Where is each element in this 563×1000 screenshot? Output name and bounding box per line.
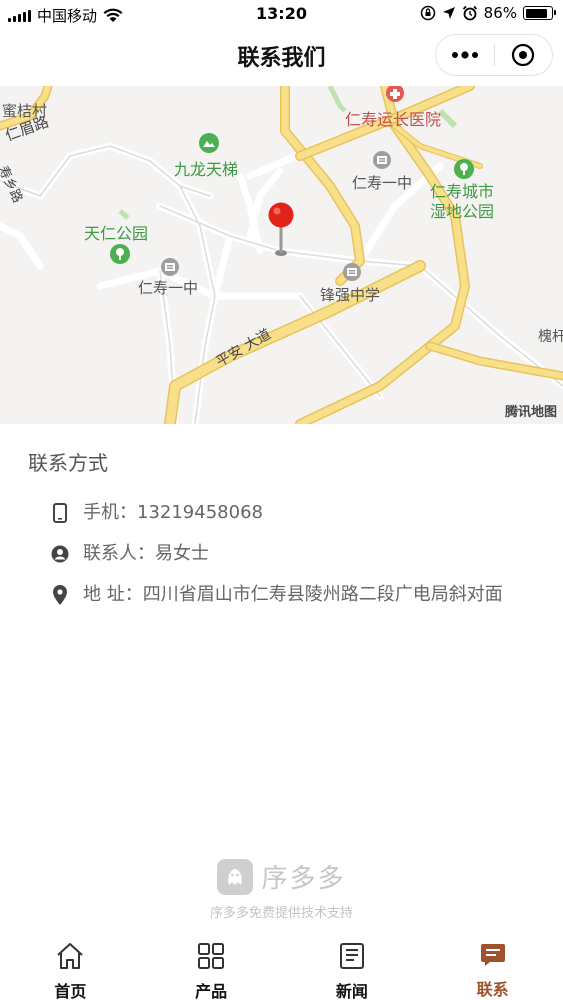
contact-address-row: 地 址： 四川省眉山市仁寿县陵州路二段广电局斜对面 [50, 580, 530, 610]
tab-products[interactable]: 产品 [141, 934, 282, 1000]
tab-home[interactable]: 首页 [0, 934, 141, 1000]
message-icon [480, 942, 506, 968]
person-label: 联系人： [83, 543, 155, 564]
tab-contact[interactable]: 联系 [422, 934, 563, 1000]
brand-name: 序多多 [261, 864, 346, 894]
target-close-icon [512, 43, 535, 67]
status-right: 86% [420, 4, 556, 22]
orientation-lock-icon [420, 5, 435, 21]
tab-label: 首页 [54, 982, 87, 1000]
tab-news[interactable]: 新闻 [282, 934, 423, 1000]
home-icon [55, 942, 85, 970]
brand-footer: 序多多 [0, 858, 563, 895]
map-watermark: 腾讯地图 [504, 405, 557, 420]
brand-support-text: 序多多免费提供技术支持 [209, 906, 353, 921]
park-icon [199, 133, 219, 153]
school-icon [343, 263, 361, 281]
tab-label: 产品 [195, 982, 228, 1000]
map-label-jiulong: 九龙天梯 [174, 160, 239, 179]
park-icon [454, 159, 474, 179]
phone-icon [50, 498, 70, 528]
park-icon [110, 244, 130, 264]
grid-icon [197, 942, 225, 970]
mini-program-capsule [435, 34, 553, 76]
phone-number[interactable]: 13219458068 [137, 498, 263, 528]
news-icon [339, 942, 365, 970]
map-label-hospital: 仁寿运长医院 [345, 110, 442, 129]
tab-label: 联系 [476, 980, 509, 999]
location-map[interactable]: 蜜桔村 仁眉路 寿乡路 九龙天梯 天仁公园 仁寿运长医院 仁寿一中 仁寿城市 湿… [0, 86, 563, 424]
tab-label: 新闻 [335, 982, 368, 1000]
battery-percent: 86% [483, 4, 517, 22]
map-label-tianren: 天仁公园 [84, 224, 149, 243]
person-name: 易女士 [155, 543, 209, 564]
school-icon [373, 151, 391, 169]
tab-bar: 首页 产品 新闻 联系 [0, 934, 563, 1000]
brand-logo-icon [217, 858, 254, 895]
map-label-huai: 槐杆 [538, 329, 563, 345]
map-label-school-south: 仁寿一中 [138, 279, 199, 297]
battery-fill [525, 8, 547, 18]
map-label-wetland: 仁寿城市 湿地公园 [430, 182, 495, 221]
map-label-fengqiang: 锋强中学 [320, 286, 381, 304]
contact-section-title: 联系方式 [28, 451, 108, 475]
location-arrow-icon [442, 7, 455, 19]
user-icon [50, 539, 70, 569]
status-bar: 中国移动 13:20 86% [0, 0, 563, 28]
contact-person-row: 联系人： 易女士 [50, 539, 530, 569]
close-button[interactable] [495, 35, 553, 75]
more-button[interactable] [436, 35, 494, 75]
address-label: 地 址： [83, 584, 143, 605]
map-label-school-north: 仁寿一中 [352, 174, 413, 192]
map-marker-icon [50, 580, 70, 610]
contact-phone-row[interactable]: 手机： 13219458068 [50, 498, 530, 528]
hospital-icon [386, 86, 404, 102]
nav-bar: 联系我们 [0, 28, 563, 84]
phone-label: 手机： [83, 502, 137, 523]
school-icon [161, 258, 179, 276]
location-pin-icon[interactable] [266, 201, 296, 259]
address-text: 四川省眉山市仁寿县陵州路二段广电局斜对面 [142, 584, 503, 605]
battery-icon [523, 6, 556, 20]
more-dots-icon [451, 51, 478, 59]
alarm-icon [462, 5, 477, 21]
